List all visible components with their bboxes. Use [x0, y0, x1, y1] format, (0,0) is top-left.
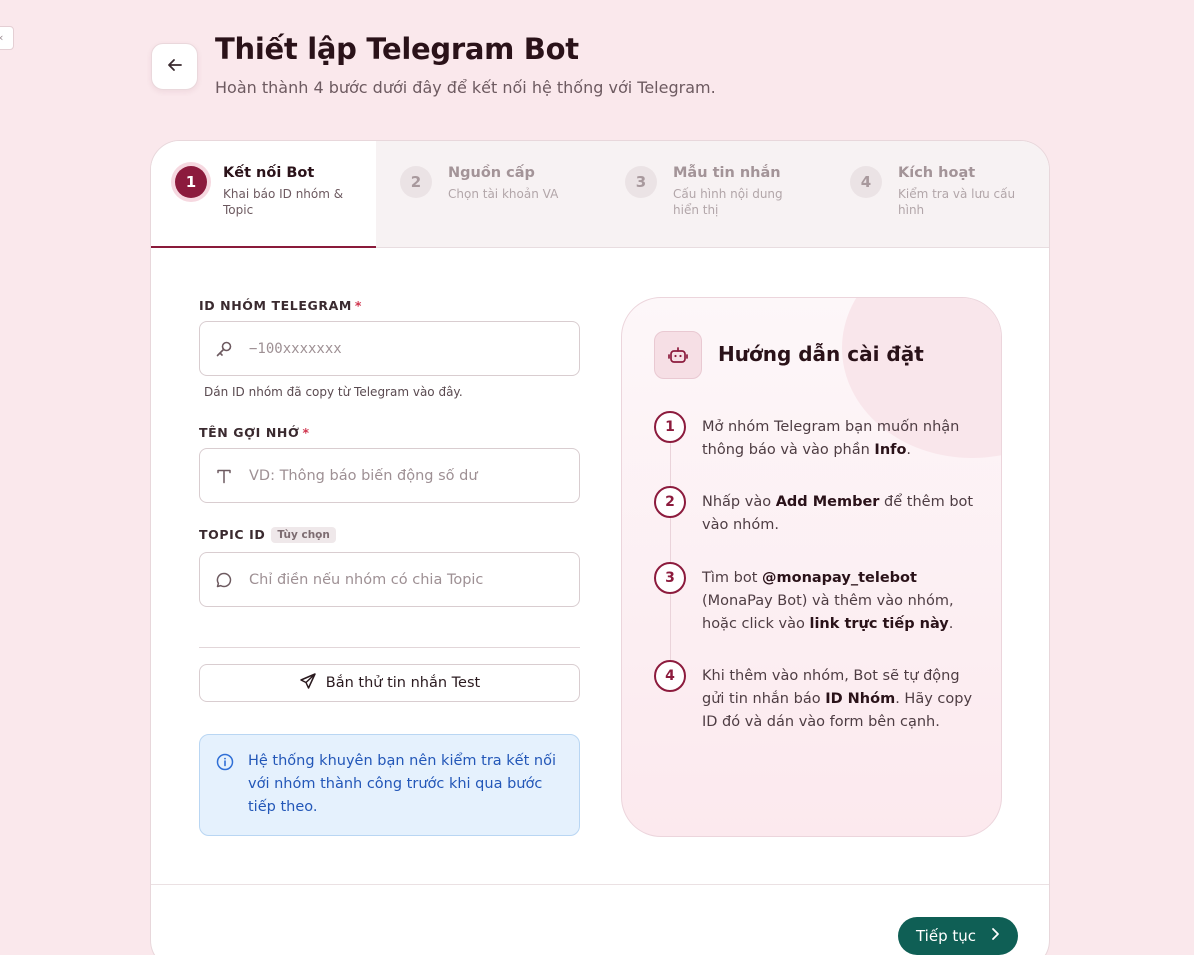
topic-field[interactable] — [199, 552, 580, 607]
send-icon — [299, 672, 317, 694]
nickname-field[interactable] — [199, 448, 580, 503]
nickname-input[interactable] — [249, 467, 549, 484]
step-title: Kết nối Bot — [223, 165, 315, 181]
chevron-right-icon — [990, 927, 1000, 945]
step-desc: Cấu hình nội dung hiển thị — [673, 187, 783, 217]
arrow-left-icon — [166, 56, 184, 78]
page-title: Thiết lập Telegram Bot — [215, 32, 579, 66]
setup-card: 1 Kết nối Bot Khai báo ID nhóm & Topic 2… — [150, 140, 1050, 955]
back-button[interactable] — [151, 43, 198, 90]
info-alert: Hệ thống khuyên bạn nên kiểm tra kết nối… — [199, 734, 580, 836]
page-subtitle: Hoàn thành 4 bước dưới đây để kết nối hệ… — [215, 78, 716, 97]
topic-label: TOPIC ID Tùy chọn — [199, 527, 336, 543]
guide-step-text: Tìm bot @monapay_telebot (MonaPay Bot) v… — [702, 570, 954, 632]
guide-step-text: Nhấp vào Add Member để thêm bot vào nhóm… — [702, 494, 974, 533]
step-desc: Chọn tài khoản VA — [448, 187, 559, 201]
group-id-label: ID NHÓM TELEGRAM * — [199, 298, 363, 313]
guide-step-number: 1 — [654, 411, 686, 443]
guide-step-text: Khi thêm vào nhóm, Bot sẽ tự động gửi ti… — [702, 668, 973, 730]
step-number: 2 — [400, 166, 432, 198]
footer-divider — [151, 884, 1049, 885]
nickname-label: TÊN GỢI NHỚ * — [199, 425, 310, 440]
guide-step-number: 3 — [654, 562, 686, 594]
info-circle-icon — [216, 753, 234, 779]
group-id-hint: Dán ID nhóm đã copy từ Telegram vào đây. — [204, 385, 463, 399]
divider — [199, 647, 580, 648]
step-activate[interactable]: 4 Kích hoạt Kiểm tra và lưu cấu hình — [826, 141, 1049, 248]
guide-title: Hướng dẫn cài đặt — [718, 342, 924, 366]
text-icon — [214, 466, 234, 486]
step-title: Nguồn cấp — [448, 165, 535, 181]
timeline-line — [670, 426, 671, 676]
group-id-input[interactable] — [249, 340, 549, 357]
send-test-label: Bắn thử tin nhắn Test — [325, 675, 481, 691]
step-desc: Kiểm tra và lưu cấu hình — [898, 187, 1016, 217]
step-number: 4 — [850, 166, 882, 198]
stepper: 1 Kết nối Bot Khai báo ID nhóm & Topic 2… — [151, 141, 1049, 248]
direct-link[interactable]: link trực tiếp này — [809, 616, 948, 632]
next-label: Tiếp tục — [915, 927, 977, 945]
guide-step-text: Mở nhóm Telegram bạn muốn nhận thông báo… — [702, 419, 960, 458]
key-icon — [214, 339, 234, 359]
chat-bubble-icon — [214, 570, 234, 590]
step-title: Kích hoạt — [898, 165, 976, 181]
group-id-field[interactable] — [199, 321, 580, 376]
step-connect-bot[interactable]: 1 Kết nối Bot Khai báo ID nhóm & Topic — [151, 141, 376, 248]
step-number: 1 — [175, 166, 207, 198]
step-source[interactable]: 2 Nguồn cấp Chọn tài khoản VA — [376, 141, 601, 248]
send-test-button[interactable]: Bắn thử tin nhắn Test — [199, 664, 580, 702]
info-text: Hệ thống khuyên bạn nên kiểm tra kết nối… — [248, 753, 556, 815]
optional-badge: Tùy chọn — [271, 527, 336, 543]
edge-tab[interactable]: ‹ — [0, 26, 14, 50]
setup-guide-panel: Hướng dẫn cài đặt 1 Mở nhóm Telegram bạn… — [621, 297, 1002, 837]
topic-input[interactable] — [249, 571, 549, 588]
guide-step-number: 2 — [654, 486, 686, 518]
step-title: Mẫu tin nhắn — [673, 165, 781, 181]
step-template[interactable]: 3 Mẫu tin nhắn Cấu hình nội dung hiển th… — [601, 141, 826, 248]
step-number: 3 — [625, 166, 657, 198]
step-desc: Khai báo ID nhóm & Topic — [223, 187, 344, 217]
guide-step-number: 4 — [654, 660, 686, 692]
next-button[interactable]: Tiếp tục — [898, 917, 1018, 955]
robot-icon — [654, 331, 702, 379]
